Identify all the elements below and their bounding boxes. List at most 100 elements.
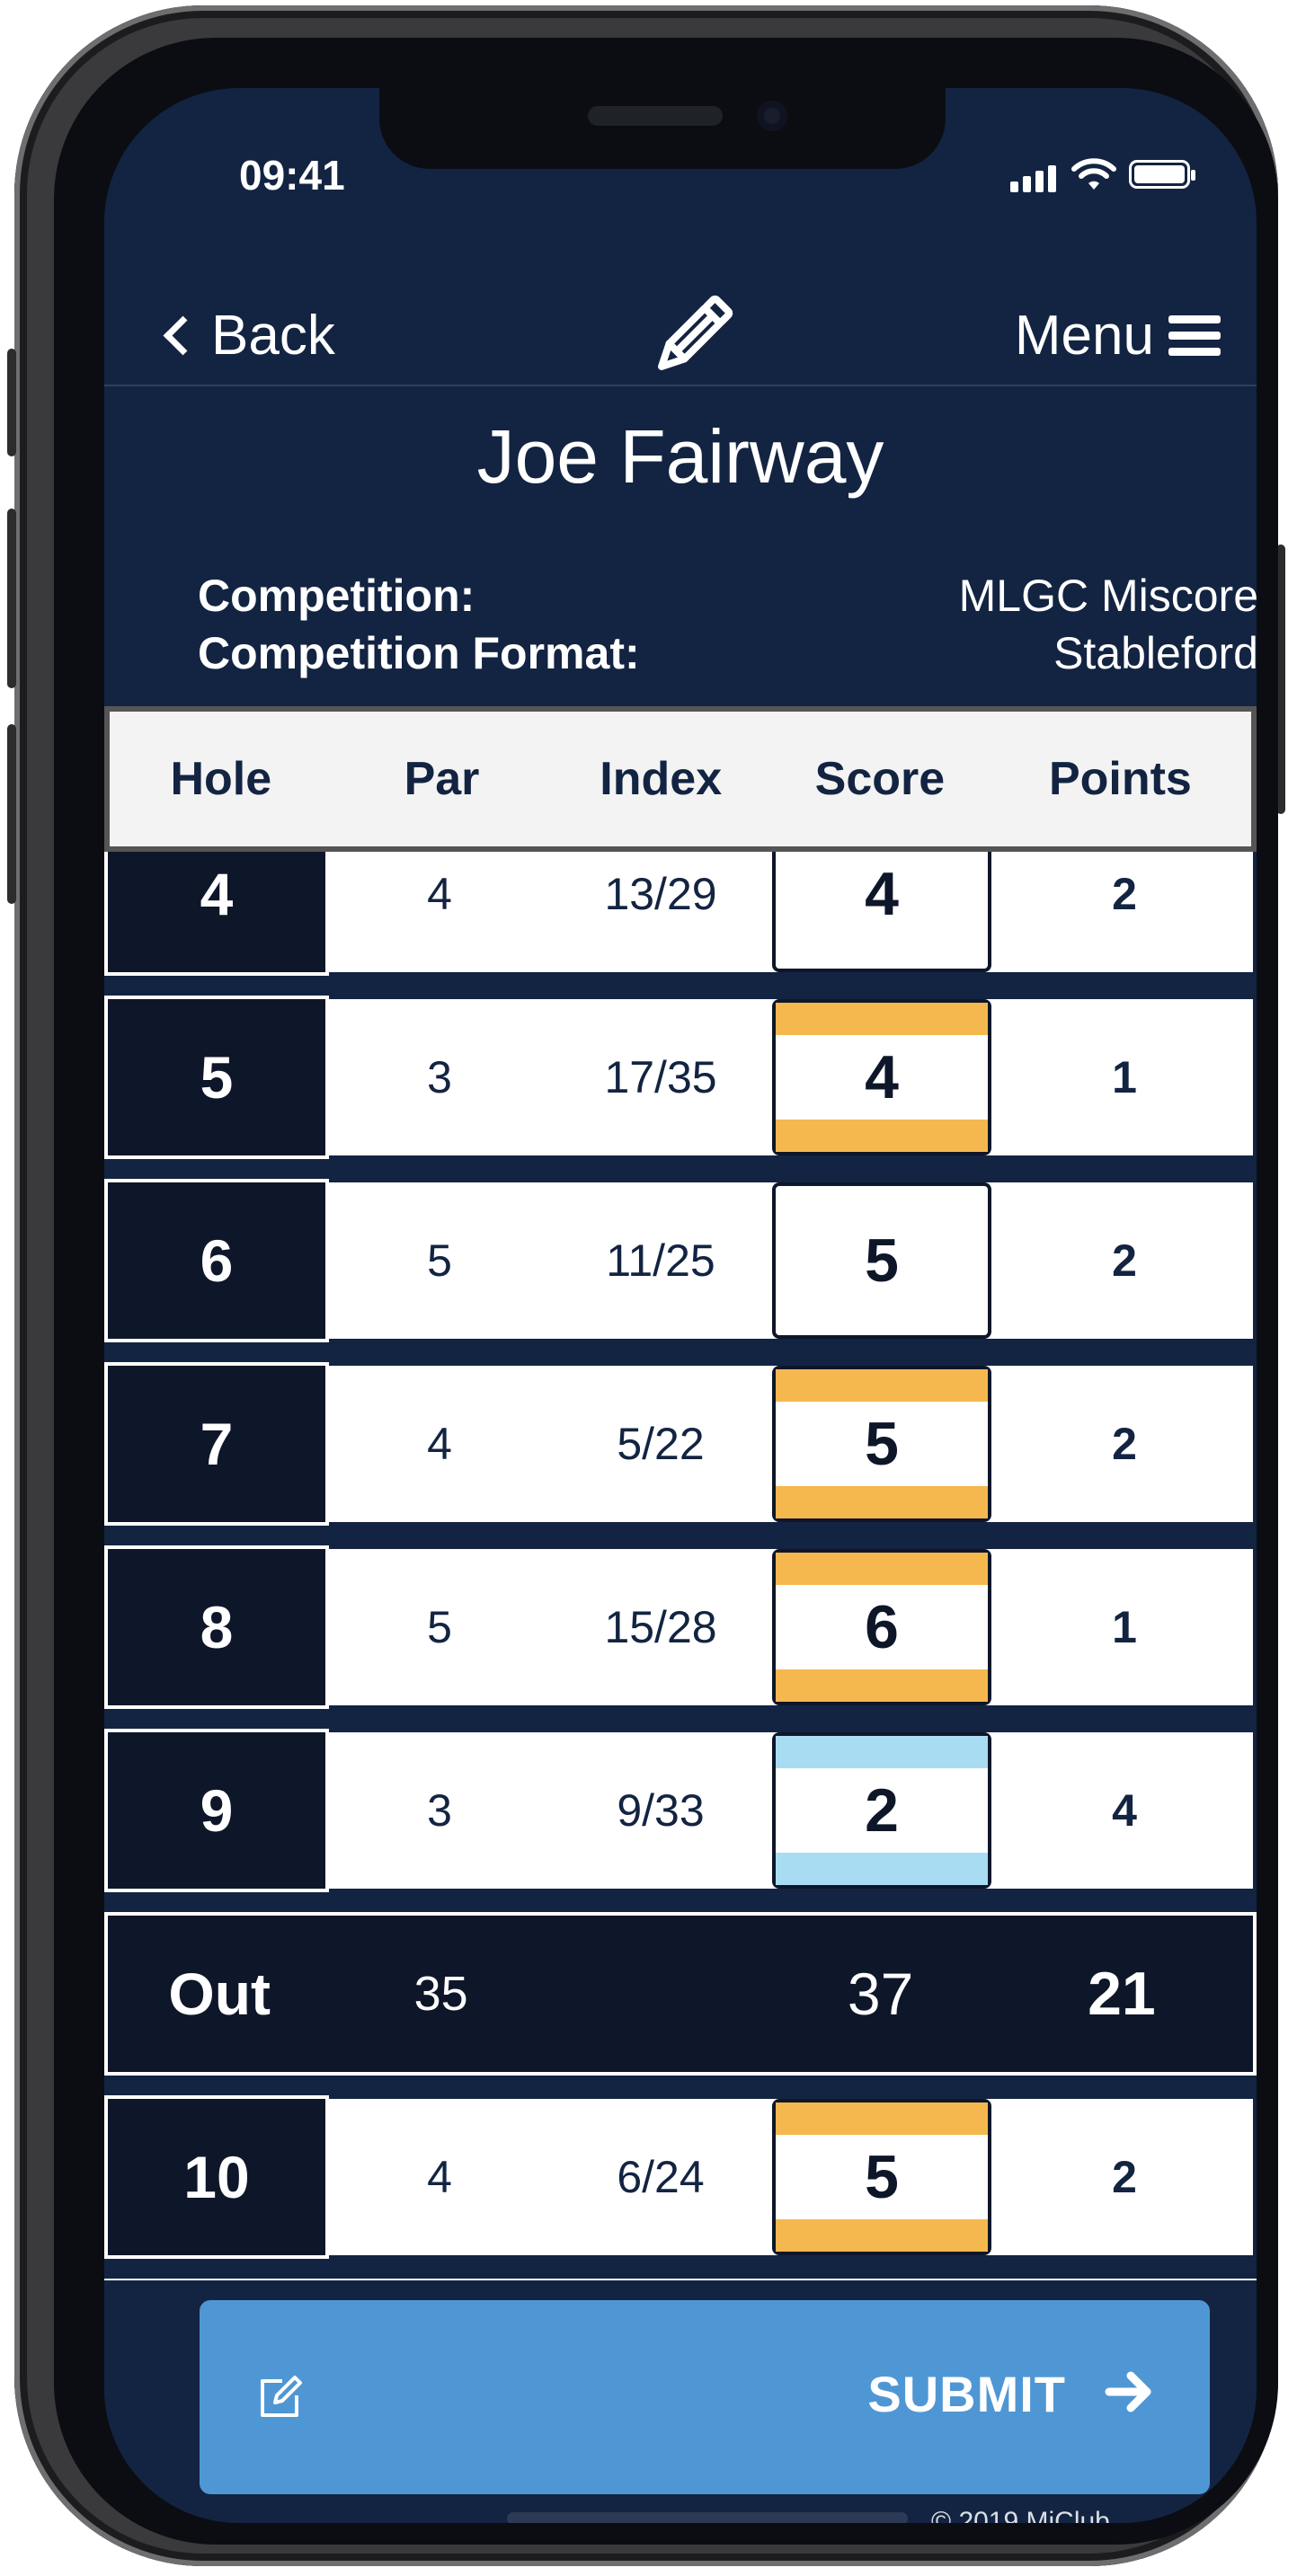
- out-points: 21: [1088, 1960, 1156, 2028]
- competition-label: Competition:: [198, 571, 475, 621]
- menu-label: Menu: [1014, 305, 1154, 367]
- out-total-row: Out 35 37 21: [104, 1912, 1257, 2076]
- score-band-orange: [776, 2219, 988, 2252]
- back-button[interactable]: Back: [163, 304, 335, 367]
- competition-value: MLGC Miscore: [958, 571, 1257, 621]
- points-value: 2: [1112, 2152, 1137, 2202]
- score-value: 4: [865, 860, 899, 928]
- hole-number: 10: [104, 2095, 329, 2259]
- arrow-right-icon: [1102, 2365, 1156, 2423]
- par-value: 5: [427, 1602, 452, 1652]
- points-value: 2: [1112, 869, 1137, 919]
- scorecard-row: 6 5 11/25 5 2: [104, 1179, 1257, 1342]
- score-band-orange: [776, 2102, 988, 2135]
- hole-number: 7: [104, 1362, 329, 1526]
- points-value: 1: [1112, 1602, 1137, 1652]
- competition-format-value: Stableford: [1053, 628, 1257, 678]
- scorecard-row: 9 3 9/33 2 4: [104, 1729, 1257, 1892]
- score-band-orange: [776, 1120, 988, 1152]
- score-value: 6: [865, 1593, 899, 1661]
- header-par: Par: [404, 753, 480, 805]
- par-value: 4: [427, 1419, 452, 1469]
- points-value: 2: [1112, 1235, 1137, 1286]
- par-value: 4: [427, 869, 452, 919]
- index-value: 11/25: [606, 1235, 715, 1286]
- score-cell: 6: [771, 1545, 992, 1709]
- score-input[interactable]: 5: [772, 1366, 991, 1522]
- home-indicator[interactable]: [507, 2512, 908, 2523]
- notch: [379, 88, 946, 169]
- header-score: Score: [814, 753, 946, 805]
- submit-button[interactable]: SUBMIT: [200, 2300, 1210, 2494]
- hole-number: 6: [104, 1179, 329, 1342]
- hole-number: 9: [104, 1729, 329, 1892]
- header-points: Points: [1048, 753, 1192, 805]
- scorecard-row: 8 5 15/28 6 1: [104, 1545, 1257, 1709]
- score-band-orange: [776, 1669, 988, 1702]
- edit-note-icon: [255, 2372, 306, 2427]
- wifi-icon: [1071, 156, 1116, 197]
- submit-label: SUBMIT: [867, 2366, 1066, 2422]
- battery-icon: [1129, 160, 1195, 189]
- score-input[interactable]: 5: [772, 2099, 991, 2255]
- points-value: 4: [1112, 1785, 1137, 1836]
- hole-number: 8: [104, 1545, 329, 1709]
- score-cell: 5: [771, 1362, 992, 1526]
- competition-format-row: Competition Format: Stableford: [198, 627, 1257, 679]
- score-value: 5: [865, 2143, 899, 2211]
- score-band-blue: [776, 1736, 988, 1768]
- score-value: 4: [865, 1043, 899, 1111]
- score-value: 2: [865, 1776, 899, 1845]
- score-input[interactable]: 5: [772, 1182, 991, 1339]
- nav-bar: Back Menu: [104, 268, 1257, 394]
- scorecard-rows: 4 4 13/29 4 2 5 3 17/35 4 1 6 5 11/25 5 2 7 4 5/22 5 2 8 5 15/…: [104, 852, 1257, 2280]
- score-band-blue: [776, 1853, 988, 1885]
- nav-divider: [104, 385, 1257, 386]
- score-band-orange: [776, 1486, 988, 1518]
- score-cell: 4: [771, 852, 992, 976]
- score-cell: 5: [771, 1179, 992, 1342]
- score-input[interactable]: 4: [772, 999, 991, 1155]
- menu-button[interactable]: Menu: [1015, 304, 1221, 367]
- edit-pencil-icon[interactable]: [647, 291, 737, 385]
- scorecard-row: 4 4 13/29 4 2: [104, 852, 1257, 976]
- points-value: 1: [1112, 1052, 1137, 1102]
- cellular-signal-icon: [1010, 165, 1061, 192]
- out-label: Out: [168, 1961, 271, 2027]
- index-value: 9/33: [617, 1785, 705, 1836]
- status-time: 09:41: [239, 152, 345, 199]
- score-band-orange: [776, 1369, 988, 1402]
- score-cell: 5: [771, 2095, 992, 2259]
- score-cell: 4: [771, 996, 992, 1159]
- hole-number: 4: [104, 852, 329, 976]
- scorecard-row: 5 3 17/35 4 1: [104, 996, 1257, 1159]
- score-cell: 2: [771, 1729, 992, 1892]
- hamburger-icon: [1168, 307, 1221, 364]
- score-band-orange: [776, 1553, 988, 1585]
- chevron-left-icon: [163, 315, 203, 356]
- hole-number: 5: [104, 996, 329, 1159]
- par-value: 5: [427, 1235, 452, 1286]
- scorecard-row: 7 4 5/22 5 2: [104, 1362, 1257, 1526]
- index-value: 5/22: [617, 1419, 705, 1469]
- out-par: 35: [413, 1967, 468, 2021]
- scorecard-header: Hole Par Index Score Points: [104, 706, 1257, 852]
- player-name: Joe Fairway: [476, 414, 884, 499]
- index-value: 13/29: [604, 869, 717, 919]
- score-value: 5: [865, 1226, 899, 1295]
- phone-frame: 09:41 Back Menu Joe Fairway Competition:…: [7, 5, 1285, 2566]
- competition-row: Competition: MLGC Miscore: [198, 570, 1257, 622]
- out-score: 37: [847, 1961, 914, 2027]
- score-input[interactable]: 6: [772, 1549, 991, 1705]
- par-value: 4: [427, 2152, 452, 2202]
- score-input[interactable]: 2: [772, 1732, 991, 1889]
- index-value: 17/35: [604, 1052, 717, 1102]
- index-value: 6/24: [617, 2152, 705, 2202]
- header-hole: Hole: [170, 753, 272, 805]
- app-screen: 09:41 Back Menu Joe Fairway Competition:…: [104, 88, 1257, 2523]
- back-label: Back: [211, 305, 335, 367]
- points-value: 2: [1112, 1419, 1137, 1469]
- score-input[interactable]: 4: [772, 852, 991, 972]
- par-value: 3: [427, 1785, 452, 1836]
- scorecard-row: 10 4 6/24 5 2: [104, 2095, 1257, 2259]
